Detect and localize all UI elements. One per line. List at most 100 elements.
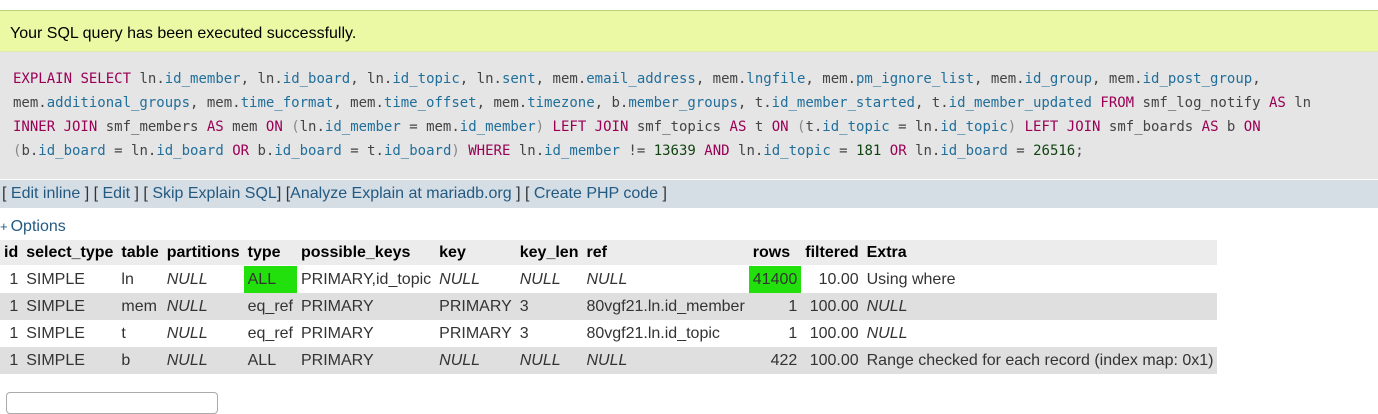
sql-token: b. (249, 143, 275, 159)
sql-token: , t. (914, 95, 949, 111)
sql-keyword: LEFT JOIN (552, 119, 629, 135)
sql-token: t. (805, 119, 823, 135)
sql-token: = (830, 143, 857, 159)
column-header[interactable]: key_len (515, 240, 583, 266)
bottom-control-box[interactable] (6, 392, 218, 414)
cell-possible-keys: PRIMARY (297, 320, 436, 347)
cell-ref: NULL (582, 265, 749, 293)
sql-keyword: AS (1268, 95, 1286, 111)
sql-token: id_member_updated (948, 95, 1092, 111)
sql-token: ) (451, 143, 460, 159)
sql-token: time_offset (383, 95, 477, 111)
cell-key: NULL (435, 347, 516, 374)
cell-ref: 80vgf21.ln.id_member (582, 293, 749, 320)
sql-query-box: EXPLAIN SELECT ln.id_member, ln.id_board… (0, 52, 1378, 179)
sql-token: id_board (274, 143, 342, 159)
cell-key: PRIMARY (435, 320, 516, 347)
edit-inline-link[interactable]: Edit inline (11, 185, 80, 202)
column-header[interactable]: table (117, 240, 163, 266)
sql-token: id_board (38, 143, 106, 159)
column-header[interactable]: id (0, 240, 23, 266)
sql-token: ) (535, 119, 545, 135)
sql-token: smf_boards (1100, 119, 1202, 135)
sql-token: = ln. (105, 143, 157, 159)
sql-token: ) (1007, 119, 1017, 135)
cell-extra: Range checked for each record (index map… (862, 347, 1218, 374)
sql-token: 13639 (653, 143, 696, 159)
sql-line: (b.id_board = ln.id_board OR b.id_board … (13, 140, 1084, 162)
sql-keyword: INNER JOIN (13, 119, 98, 135)
sql-line: EXPLAIN SELECT ln.id_member, ln.id_board… (13, 68, 1261, 90)
cell-possible-keys: PRIMARY (297, 347, 436, 374)
sql-token: , ln. (240, 71, 283, 87)
cell-filtered: 100.00 (801, 320, 863, 347)
sql-token: id_member (544, 143, 620, 159)
sql-keyword: AS (729, 119, 747, 135)
column-header[interactable]: filtered (801, 240, 863, 266)
column-header[interactable]: ref (582, 240, 749, 266)
table-row: 1 SIMPLE mem NULL eq_ref PRIMARY PRIMARY… (0, 293, 1218, 320)
cell-id: 1 (0, 265, 23, 293)
cell-table: t (117, 320, 163, 347)
cell-extra: NULL (862, 293, 1218, 320)
query-action-links: [ Edit inline ] [ Edit ] [ Skip Explain … (0, 180, 1378, 208)
sql-token: id_group (1024, 71, 1093, 87)
sql-token: ln. (131, 71, 165, 87)
column-header[interactable]: partitions (162, 240, 244, 266)
sql-token: ln. (510, 143, 545, 159)
cell-filtered: 100.00 (801, 347, 863, 374)
sql-keyword: LEFT JOIN (1024, 119, 1101, 135)
sql-keyword: AS (206, 119, 224, 135)
sql-token: t (746, 119, 772, 135)
cell-select-type: SIMPLE (22, 347, 118, 374)
cell-partitions: NULL (162, 320, 244, 347)
sql-token: ( (291, 119, 300, 135)
cell-select-type: SIMPLE (22, 293, 118, 320)
table-header-row: id select_type table partitions type pos… (0, 240, 1218, 266)
sql-token: , mem. (695, 71, 747, 87)
sql-token: 181 (856, 143, 882, 159)
sql-token: ln. (299, 119, 325, 135)
table-row: 1 SIMPLE ln NULL ALL PRIMARY,id_topic NU… (0, 265, 1218, 293)
cell-extra: NULL (862, 320, 1218, 347)
options-toggle[interactable]: + Options (0, 218, 66, 236)
sql-keyword: OR (889, 143, 907, 159)
skip-explain-link[interactable]: Skip Explain SQL (152, 185, 277, 202)
column-header[interactable]: possible_keys (297, 240, 436, 266)
sql-token: , ln. (459, 71, 502, 87)
edit-link[interactable]: Edit (103, 185, 131, 202)
column-header[interactable]: select_type (22, 240, 118, 266)
sql-token: = (1007, 143, 1034, 159)
column-header[interactable]: type (243, 240, 297, 266)
table-row: 1 SIMPLE b NULL ALL PRIMARY NULL NULL NU… (0, 347, 1218, 374)
sql-token: pm_ignore_list (856, 71, 975, 87)
sql-token: , t. (737, 95, 772, 111)
sql-line: INNER JOIN smf_members AS mem ON (ln.id_… (13, 116, 1261, 138)
column-header[interactable]: key (435, 240, 516, 266)
sql-token: , mem. (805, 71, 856, 87)
cell-ref: NULL (582, 347, 749, 374)
cell-id: 1 (0, 320, 23, 347)
create-php-code-link[interactable]: Create PHP code (534, 185, 658, 202)
sql-token: lngfile (746, 71, 806, 87)
sql-token: = t. (341, 143, 384, 159)
sql-token: != (619, 143, 654, 159)
sql-keyword: AND (704, 143, 730, 159)
cell-type: eq_ref (243, 293, 297, 320)
sql-token: smf_log_notify (1134, 95, 1269, 111)
column-header[interactable]: Extra (862, 240, 1218, 266)
cell-select-type: SIMPLE (22, 320, 118, 347)
sql-token: id_member_started (771, 95, 915, 111)
sql-token: , mem. (1092, 71, 1143, 87)
cell-filtered: 10.00 (801, 265, 863, 293)
analyze-explain-link[interactable]: Analyze Explain at mariadb.org (290, 185, 511, 202)
column-header[interactable]: rows (748, 240, 802, 266)
table-row: 1 SIMPLE t NULL eq_ref PRIMARY PRIMARY 3… (0, 320, 1218, 347)
cell-id: 1 (0, 293, 23, 320)
sql-token: id_board (940, 143, 1008, 159)
sql-token: , mem. (190, 95, 241, 111)
